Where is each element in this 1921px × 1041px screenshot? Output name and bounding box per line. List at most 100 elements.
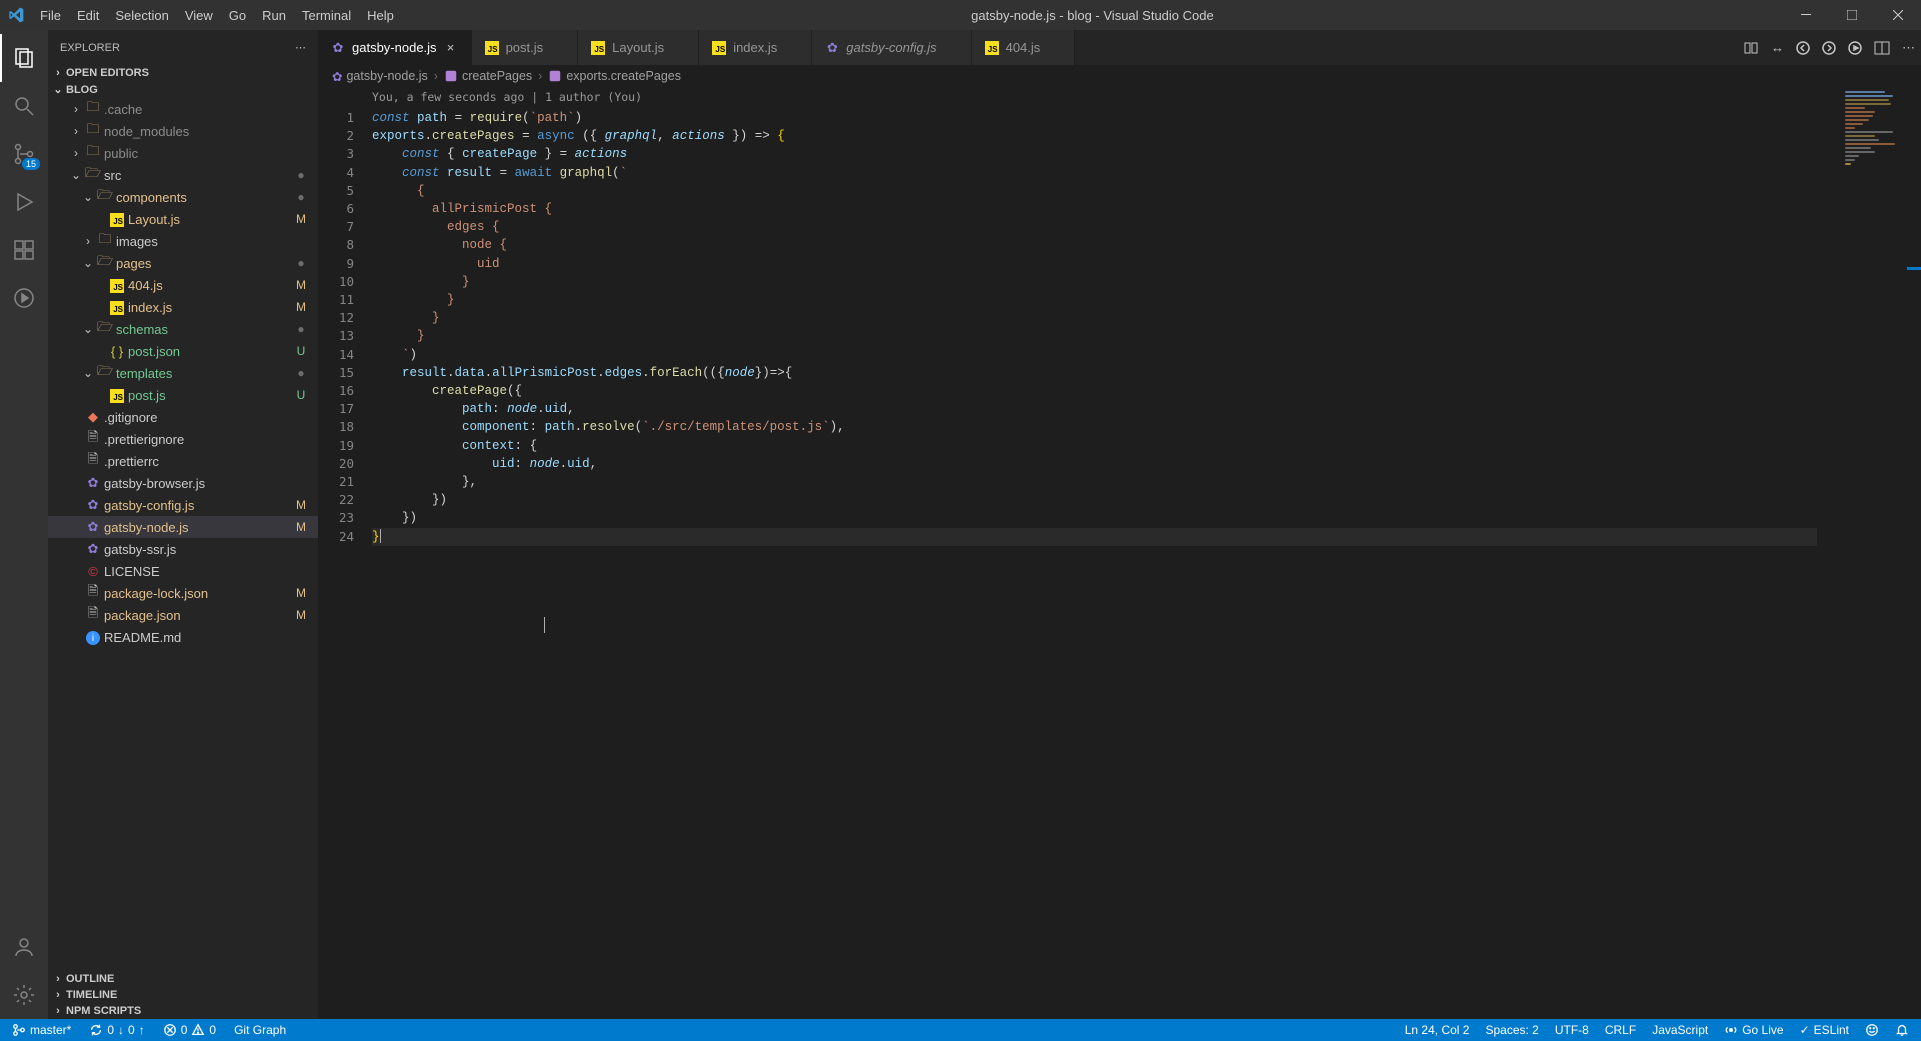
tree-item-gatsby-ssr-js[interactable]: ✿gatsby-ssr.js [48, 538, 318, 560]
tree-item-post-json[interactable]: { }post.jsonU [48, 340, 318, 362]
menu-run[interactable]: Run [254, 2, 294, 29]
close-button[interactable] [1875, 0, 1921, 30]
codelens-annotation[interactable]: You, a few seconds ago | 1 author (You) [364, 87, 1921, 105]
status-encoding[interactable]: UTF-8 [1551, 1023, 1593, 1037]
status-position-label: Ln 24, Col 2 [1405, 1023, 1470, 1037]
status-position[interactable]: Ln 24, Col 2 [1401, 1023, 1474, 1037]
status-eol[interactable]: CRLF [1601, 1023, 1640, 1037]
breadcrumb-gatsby-node-js[interactable]: ✿gatsby-node.js [332, 69, 428, 84]
menu-help[interactable]: Help [359, 2, 402, 29]
tab-label: index.js [733, 40, 777, 55]
tree-item-pages[interactable]: ⌄🗁pages● [48, 252, 318, 274]
status-git-graph[interactable]: Git Graph [230, 1019, 290, 1041]
tree-item-public[interactable]: ›🗀public [48, 142, 318, 164]
section-timeline[interactable]: ›TIMELINE [48, 987, 318, 1003]
status-golive[interactable]: Go Live [1720, 1023, 1787, 1037]
sidebar-more-icon[interactable]: ⋯ [295, 41, 306, 54]
tree-item-images[interactable]: ›🗀images [48, 230, 318, 252]
tree-item-license[interactable]: ©LICENSE [48, 560, 318, 582]
folder-open-icon: 🗁 [84, 164, 102, 186]
section-npm-label: NPM SCRIPTS [66, 1005, 141, 1017]
activity-debug-icon[interactable] [0, 178, 48, 226]
breadcrumbs[interactable]: ✿gatsby-node.js›createPages›exports.crea… [318, 65, 1921, 87]
status-branch[interactable]: master* [8, 1019, 75, 1041]
breadcrumb-createpages[interactable]: createPages [444, 69, 532, 83]
tree-item-readme-md[interactable]: iREADME.md [48, 626, 318, 648]
tab-more-icon[interactable]: ⋯ [1902, 40, 1915, 56]
tree-item-package-json[interactable]: 🗎package.jsonM [48, 604, 318, 626]
status-language[interactable]: JavaScript [1648, 1023, 1712, 1037]
activity-account-icon[interactable] [0, 923, 48, 971]
tree-item-schemas[interactable]: ⌄🗁schemas● [48, 318, 318, 340]
tree-item-components[interactable]: ⌄🗁components● [48, 186, 318, 208]
open-changes-icon[interactable]: ↔ [1771, 40, 1784, 55]
editor-body[interactable]: 1 2 3 4 5 6 7 8 9 10 11 12 13 14 15 16 1… [318, 87, 1921, 1019]
breadcrumb-exports-createpages[interactable]: exports.createPages [548, 69, 681, 83]
tree-item-gatsby-config-js[interactable]: ✿gatsby-config.jsM [48, 494, 318, 516]
tree-item--cache[interactable]: ›🗀.cache [48, 98, 318, 120]
folder-icon: 🗀 [84, 142, 102, 164]
section-open-editors[interactable]: ›OPEN EDITORS [48, 65, 318, 81]
tree-item-index-js[interactable]: JSindex.jsM [48, 296, 318, 318]
tree-item-post-js[interactable]: JSpost.jsU [48, 384, 318, 406]
js-icon: JS [590, 41, 606, 55]
split-editor-icon[interactable] [1874, 41, 1890, 55]
tree-item-label: gatsby-node.js [104, 520, 292, 535]
tree-item-label: 404.js [128, 278, 292, 293]
section-project[interactable]: ⌄BLOG [48, 81, 318, 98]
tree-item-label: images [116, 234, 292, 249]
prev-change-icon[interactable] [1796, 41, 1810, 55]
activity-search-icon[interactable] [0, 82, 48, 130]
tab-404-js[interactable]: JS404.js× [972, 30, 1076, 65]
tree-item-node-modules[interactable]: ›🗀node_modules [48, 120, 318, 142]
activity-liveshare-icon[interactable] [0, 274, 48, 322]
info-icon: i [84, 629, 102, 646]
status-feedback-icon[interactable] [1861, 1023, 1883, 1037]
menu-go[interactable]: Go [221, 2, 254, 29]
section-npm-scripts[interactable]: ›NPM SCRIPTS [48, 1003, 318, 1019]
tree-item-package-lock-json[interactable]: 🗎package-lock.jsonM [48, 582, 318, 604]
tree-item-404-js[interactable]: JS404.jsM [48, 274, 318, 296]
section-outline[interactable]: ›OUTLINE [48, 971, 318, 987]
status-eslint[interactable]: ✓ ESLint [1796, 1023, 1853, 1037]
menu-terminal[interactable]: Terminal [294, 2, 359, 29]
activity-source-control-icon[interactable]: 15 [0, 130, 48, 178]
minimap[interactable] [1817, 87, 1907, 1019]
file-icon: 🗎 [84, 428, 102, 450]
method-icon [444, 69, 458, 83]
activity-explorer-icon[interactable] [0, 34, 48, 82]
compare-changes-icon[interactable] [1743, 40, 1759, 56]
menu-selection[interactable]: Selection [107, 2, 176, 29]
tree-item--prettierrc[interactable]: 🗎.prettierrc [48, 450, 318, 472]
tab-gatsby-config-js[interactable]: ✿gatsby-config.js× [812, 30, 971, 65]
next-change-icon[interactable] [1822, 41, 1836, 55]
tab-close-icon[interactable]: × [443, 40, 459, 55]
maximize-button[interactable] [1829, 0, 1875, 30]
tab-gatsby-node-js[interactable]: ✿gatsby-node.js× [318, 30, 472, 65]
status-spaces[interactable]: Spaces: 2 [1481, 1023, 1542, 1037]
tree-item-gatsby-browser-js[interactable]: ✿gatsby-browser.js [48, 472, 318, 494]
status-warnings: 0 [209, 1023, 216, 1037]
status-bell-icon[interactable] [1891, 1023, 1913, 1037]
tab-index-js[interactable]: JSindex.js× [699, 30, 812, 65]
tree-item-layout-js[interactable]: JSLayout.jsM [48, 208, 318, 230]
tree-item--gitignore[interactable]: ◆.gitignore [48, 406, 318, 428]
file-tree[interactable]: ›🗀.cache›🗀node_modules›🗀public⌄🗁src●⌄🗁co… [48, 98, 318, 971]
tree-item-gatsby-node-js[interactable]: ✿gatsby-node.jsM [48, 516, 318, 538]
status-problems[interactable]: 0 0 [159, 1019, 220, 1041]
tree-item--prettierignore[interactable]: 🗎.prettierignore [48, 428, 318, 450]
activity-settings-icon[interactable] [0, 971, 48, 1019]
run-icon[interactable] [1848, 41, 1862, 55]
activity-extensions-icon[interactable] [0, 226, 48, 274]
menu-file[interactable]: File [32, 2, 69, 29]
minimize-button[interactable] [1783, 0, 1829, 30]
tree-item-templates[interactable]: ⌄🗁templates● [48, 362, 318, 384]
overview-ruler[interactable] [1907, 87, 1921, 1019]
tree-item-src[interactable]: ⌄🗁src● [48, 164, 318, 186]
tab-post-js[interactable]: JSpost.js× [472, 30, 579, 65]
code-content[interactable]: const path = require(`path`) exports.cre… [364, 105, 1921, 550]
tab-layout-js[interactable]: JSLayout.js× [578, 30, 699, 65]
menu-view[interactable]: View [177, 2, 221, 29]
menu-edit[interactable]: Edit [69, 2, 107, 29]
status-sync[interactable]: 0↓ 0↑ [85, 1019, 148, 1041]
